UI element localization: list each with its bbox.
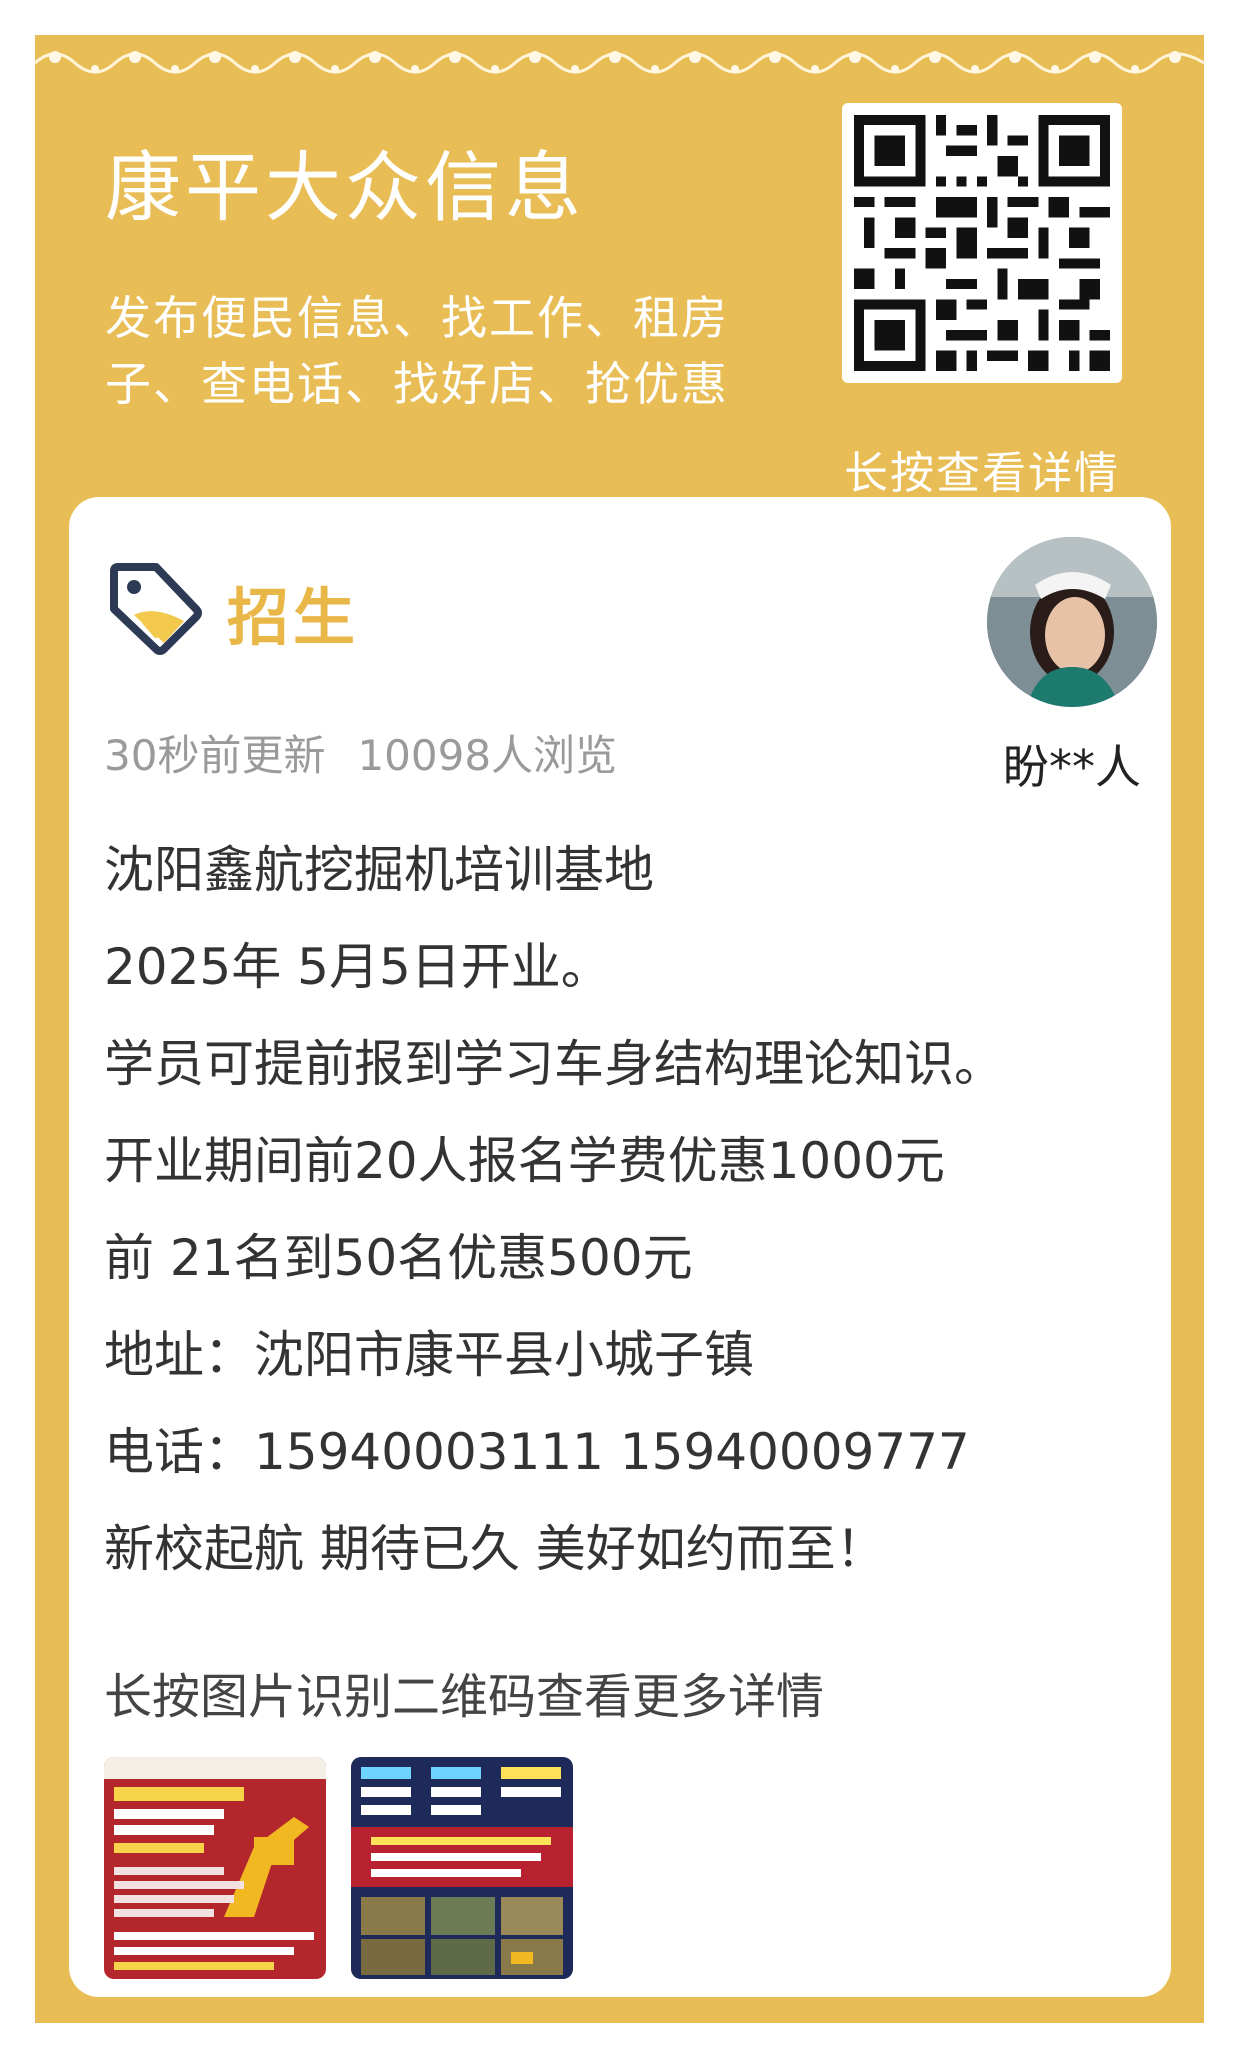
qr-hint: 长按图片识别二维码查看更多详情 bbox=[104, 1669, 825, 1725]
post-meta: 30秒前更新 10098人浏览 bbox=[104, 722, 617, 783]
content-line: 沈阳鑫航挖掘机培训基地 bbox=[104, 841, 654, 899]
price-tag-icon bbox=[110, 563, 202, 655]
app-title: 康平大众信息 bbox=[105, 143, 585, 232]
excavator-poster-image bbox=[104, 1757, 326, 1979]
qr-code[interactable] bbox=[842, 103, 1122, 383]
content-line: 学员可提前报到学习车身结构理论知识。 bbox=[104, 1035, 1004, 1093]
poster-frame: 康平大众信息 发布便民信息、找工作、租房子、查电话、找好店、抢优惠 长按查看详情… bbox=[35, 35, 1204, 2023]
post-image-1[interactable] bbox=[104, 1757, 326, 1979]
avatar-image bbox=[987, 537, 1157, 707]
updated-time: 30秒前更新 bbox=[104, 731, 326, 780]
content-line: 地址：沈阳市康平县小城子镇 bbox=[104, 1326, 754, 1384]
avatar[interactable] bbox=[987, 537, 1157, 707]
post-image-2[interactable] bbox=[351, 1757, 573, 1979]
app-subtitle: 发布便民信息、找工作、租房子、查电话、找好店、抢优惠 bbox=[105, 291, 729, 411]
post-card: 招生 30秒前更新 10098人浏览 盼**人 沈阳鑫航挖掘机培训基地 2025年… bbox=[69, 497, 1171, 1997]
content-line: 新校起航 期待已久 美好如约而至！ bbox=[104, 1520, 886, 1578]
content-line: 电话：15940003111 15940009777 bbox=[104, 1423, 970, 1481]
content-line: 开业期间前20人报名学费优惠1000元 bbox=[104, 1132, 945, 1190]
training-site-poster-image bbox=[351, 1757, 573, 1979]
qr-code-icon bbox=[854, 115, 1110, 371]
qr-caption: 长按查看详情 bbox=[844, 448, 1120, 499]
author-name: 盼**人 bbox=[1003, 740, 1141, 794]
floral-border-decoration bbox=[35, 51, 1204, 74]
view-count: 10098人浏览 bbox=[357, 731, 618, 780]
post-category: 招生 bbox=[227, 581, 360, 654]
post-content: 沈阳鑫航挖掘机培训基地 2025年 5月5日开业。 学员可提前报到学习车身结构理… bbox=[104, 822, 1144, 1598]
content-line: 2025年 5月5日开业。 bbox=[104, 938, 611, 996]
content-line: 前 21名到50名优惠500元 bbox=[104, 1229, 693, 1287]
